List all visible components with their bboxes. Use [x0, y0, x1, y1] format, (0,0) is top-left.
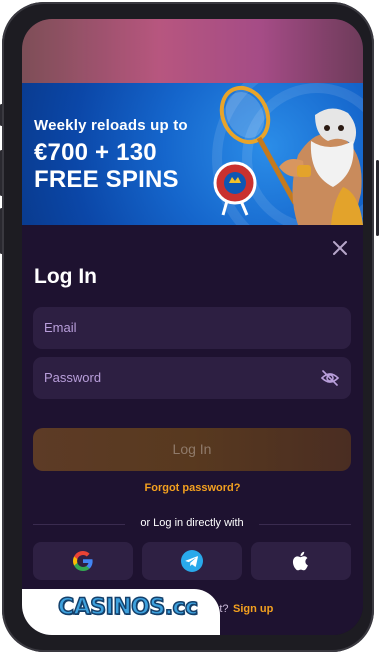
phone-frame: Weekly reloads up to €700 + 130 FREE SPI…	[2, 2, 374, 652]
close-icon[interactable]	[331, 239, 349, 257]
background-blur	[22, 19, 363, 83]
signup-link[interactable]: Sign up	[233, 603, 273, 615]
telegram-icon	[180, 549, 204, 573]
apple-icon	[289, 549, 313, 573]
watermark-badge: CASINOS.cc	[22, 589, 220, 635]
promo-banner[interactable]: Weekly reloads up to €700 + 130 FREE SPI…	[22, 83, 363, 225]
power-button	[376, 160, 379, 236]
phone-screen: Weekly reloads up to €700 + 130 FREE SPI…	[22, 19, 363, 635]
banner-offer: €700 + 130 FREE SPINS	[34, 139, 179, 193]
google-icon	[71, 549, 95, 573]
banner-offer-spins: FREE SPINS	[34, 166, 179, 193]
email-placeholder: Email	[44, 320, 77, 335]
eye-off-icon[interactable]	[320, 368, 340, 388]
casinos-logo: CASINOS.cc	[57, 594, 199, 621]
banner-offer-amount: €700 + 130	[34, 139, 157, 166]
password-placeholder: Password	[44, 370, 102, 385]
page-title: Log In	[34, 265, 97, 288]
login-button[interactable]: Log In	[33, 428, 351, 471]
divider-label: or Log in directly with	[140, 517, 244, 529]
telegram-login-button[interactable]	[142, 542, 242, 580]
google-login-button[interactable]	[33, 542, 133, 580]
email-field[interactable]: Email	[33, 307, 351, 349]
forgot-password-link[interactable]: Forgot password?	[22, 482, 363, 494]
zeus-illustration	[213, 85, 363, 225]
password-field[interactable]: Password	[33, 357, 351, 399]
banner-headline: Weekly reloads up to	[34, 117, 188, 134]
divider: or Log in directly with	[33, 517, 351, 531]
apple-login-button[interactable]	[251, 542, 351, 580]
login-sheet: Log In Email Password Log In Forgot pass…	[22, 225, 363, 635]
